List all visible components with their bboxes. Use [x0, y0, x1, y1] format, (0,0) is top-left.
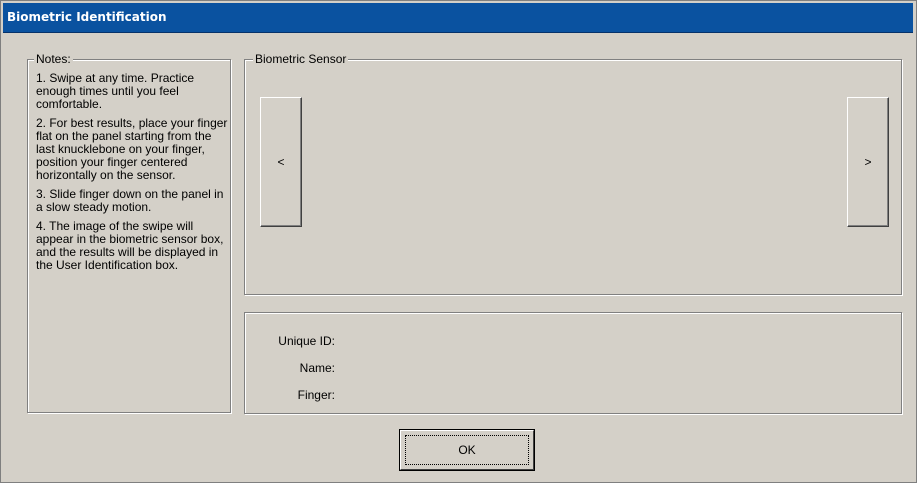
notes-group: Notes: 1. Swipe at any time. Practice en…: [27, 52, 231, 413]
previous-button[interactable]: <: [260, 97, 302, 227]
window-title: Biometric Identification: [7, 10, 167, 24]
ok-button[interactable]: OK: [399, 429, 535, 471]
note-item: 3. Slide finger down on the panel in a s…: [36, 187, 224, 214]
notes-legend: Notes:: [34, 52, 73, 66]
biometric-sensor-group: Biometric Sensor < >: [244, 52, 902, 295]
user-identification-group: Unique ID: Name: Finger:: [244, 312, 902, 414]
unique-id-label: Unique ID:: [278, 334, 335, 348]
note-item: 4. The image of the swipe will appear in…: [36, 219, 224, 272]
ok-button-label: OK: [405, 435, 529, 465]
note-item: 1. Swipe at any time. Practice enough ti…: [36, 71, 195, 111]
ok-button-frame: OK: [400, 430, 534, 470]
title-bar[interactable]: Biometric Identification: [3, 3, 913, 33]
biometric-identification-dialog: Biometric Identification Notes: 1. Swipe…: [0, 0, 917, 483]
name-label: Name:: [299, 361, 335, 375]
finger-label: Finger:: [297, 388, 335, 402]
note-item: 2. For best results, place your finger f…: [36, 116, 228, 182]
notes-list: 1. Swipe at any time. Practice enough ti…: [36, 72, 230, 278]
sensor-legend: Biometric Sensor: [253, 52, 349, 66]
next-button[interactable]: >: [847, 97, 889, 227]
